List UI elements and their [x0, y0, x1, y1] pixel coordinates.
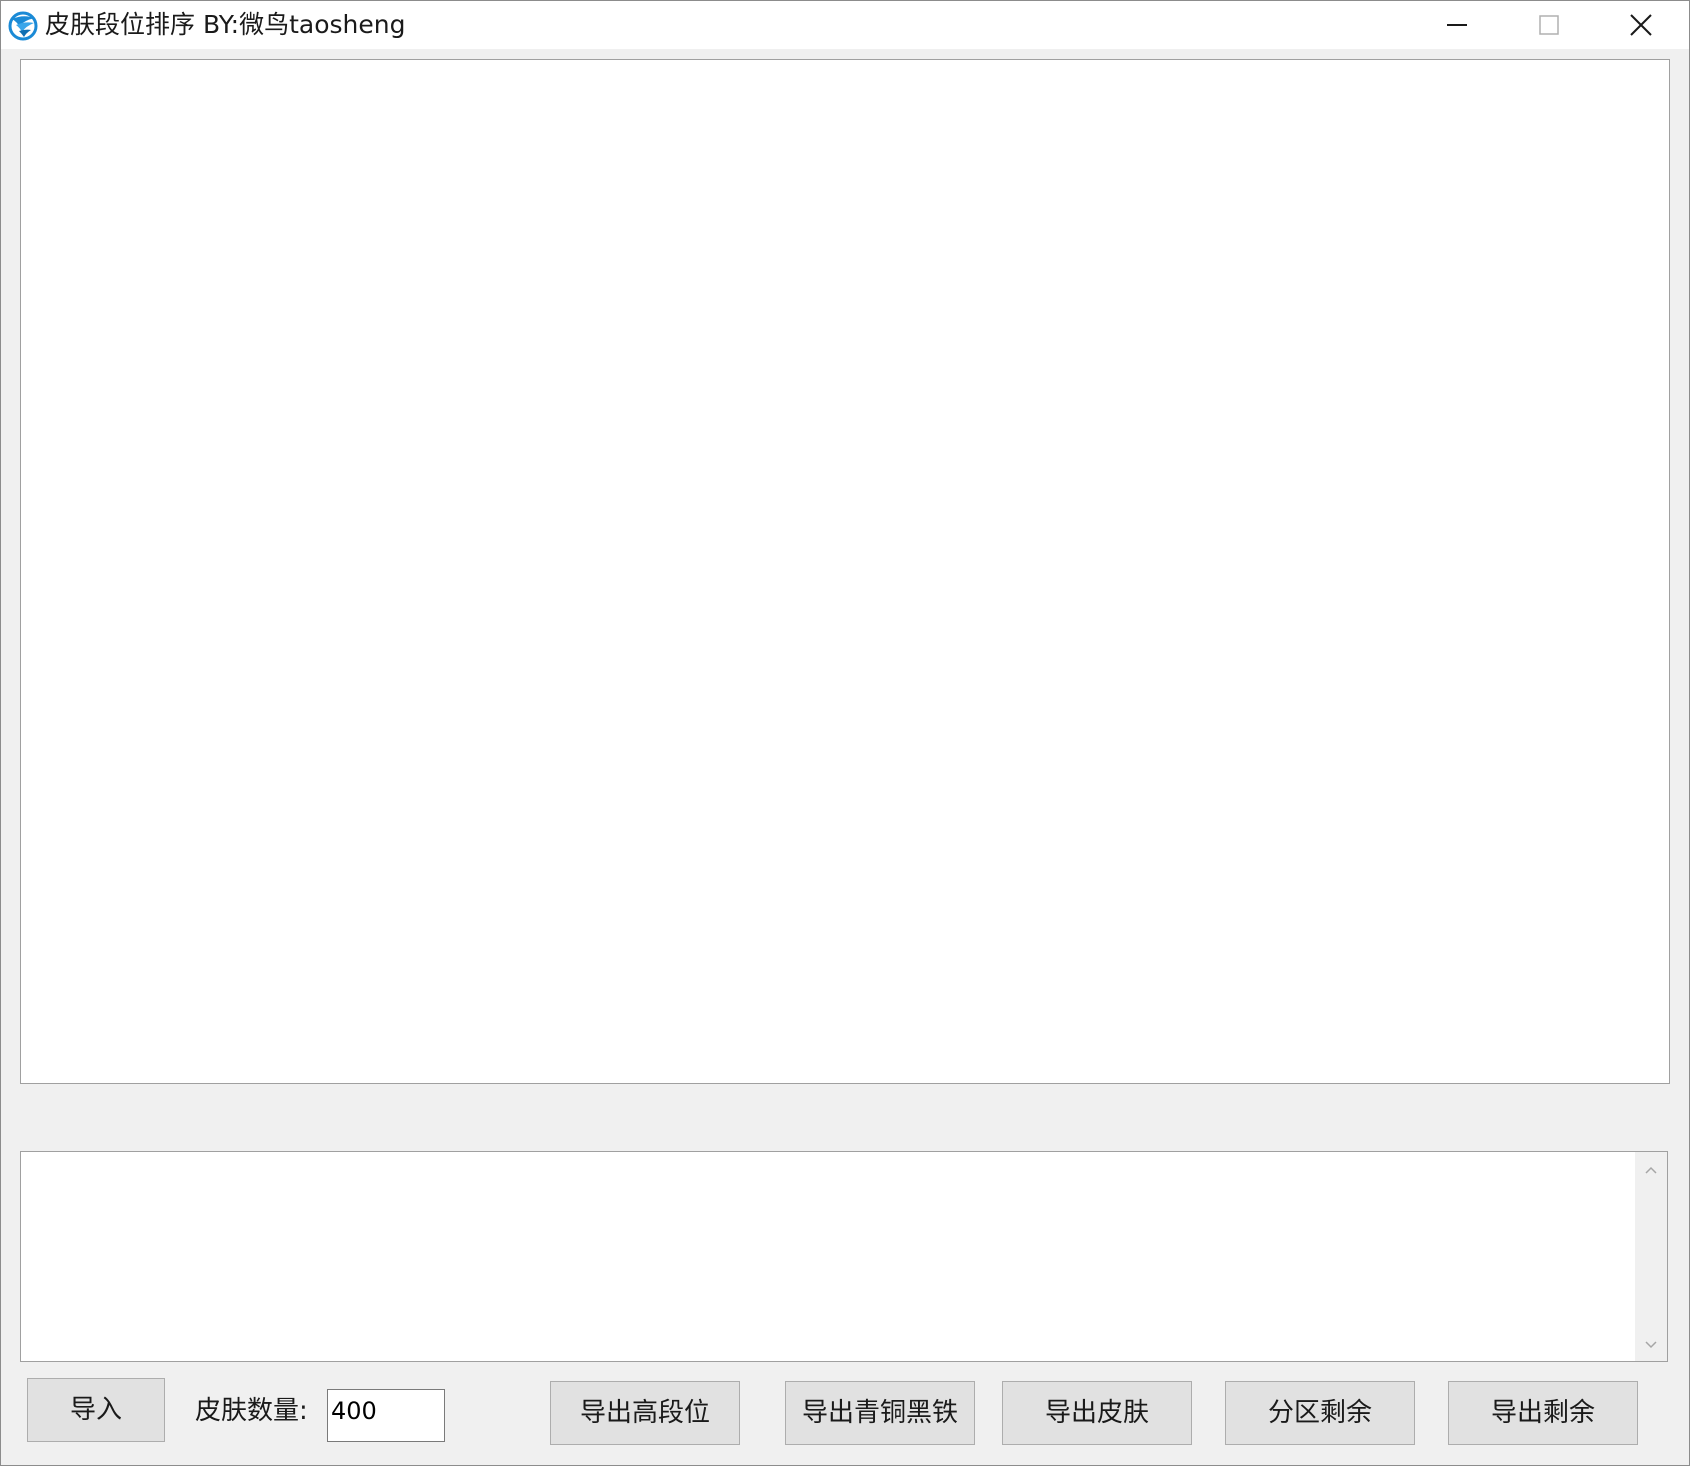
partition-remaining-button[interactable]: 分区剩余: [1225, 1381, 1415, 1445]
skin-count-label: 皮肤数量:: [195, 1396, 308, 1426]
import-button[interactable]: 导入: [27, 1378, 165, 1442]
chevron-up-icon[interactable]: [1635, 1162, 1667, 1178]
minimize-icon: [1447, 24, 1467, 26]
export-skins-button[interactable]: 导出皮肤: [1002, 1381, 1192, 1445]
close-icon: [1630, 14, 1652, 36]
maximize-button[interactable]: [1503, 1, 1595, 49]
minimize-button[interactable]: [1411, 1, 1503, 49]
chevron-down-icon[interactable]: [1635, 1337, 1667, 1353]
app-window: 皮肤段位排序 BY:微鸟taosheng 导入 皮肤数量: 400 导出高段位 …: [0, 0, 1690, 1466]
log-textarea[interactable]: [20, 1151, 1668, 1362]
export-high-rank-button[interactable]: 导出高段位: [550, 1381, 740, 1445]
vertical-scrollbar[interactable]: [1635, 1152, 1667, 1361]
skin-count-input[interactable]: [327, 1389, 445, 1442]
export-remaining-button[interactable]: 导出剩余: [1448, 1381, 1638, 1445]
maximize-icon: [1539, 15, 1559, 35]
close-button[interactable]: [1595, 1, 1687, 49]
bird-swirl-icon: [7, 10, 39, 42]
skin-list-panel[interactable]: [20, 59, 1670, 1084]
export-bronze-iron-button[interactable]: 导出青铜黑铁: [785, 1381, 975, 1445]
title-bar[interactable]: 皮肤段位排序 BY:微鸟taosheng: [1, 1, 1689, 49]
window-title: 皮肤段位排序 BY:微鸟taosheng: [45, 10, 406, 39]
